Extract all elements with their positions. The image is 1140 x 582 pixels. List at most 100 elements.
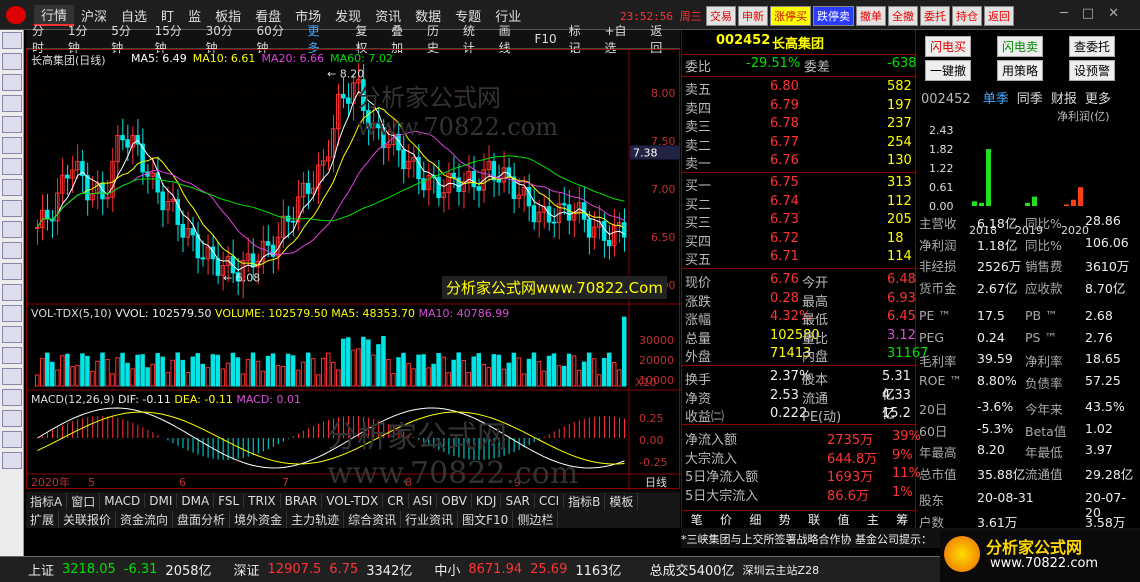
ma-label: MA5: 6.49: [131, 52, 187, 65]
trade-button[interactable]: 跌停卖: [813, 6, 854, 26]
line-icon[interactable]: [2, 158, 22, 175]
extension-tab[interactable]: 图文F10: [458, 510, 514, 528]
close-icon[interactable]: ✕: [1108, 6, 1119, 21]
trade-button[interactable]: 申新: [738, 6, 768, 26]
quote-cell: 5日净流入额: [685, 470, 759, 486]
quote-row: 涨幅 4.32% 最低 6.45: [682, 308, 917, 328]
f6-icon[interactable]: [2, 452, 22, 469]
f3-icon[interactable]: [2, 284, 22, 301]
finance-button[interactable]: 用策略: [997, 60, 1044, 81]
indicator-tab[interactable]: 指标A: [26, 492, 68, 510]
indicator-tab[interactable]: MACD: [100, 494, 146, 508]
extension-tab[interactable]: 关联报价: [59, 510, 117, 528]
trade-button[interactable]: 撤单: [856, 6, 886, 26]
trade-button[interactable]: 持仓: [952, 6, 982, 26]
ticker-index-name[interactable]: 中小: [434, 560, 460, 579]
finance-button[interactable]: 查委托: [1069, 36, 1116, 57]
volume-bar: [611, 361, 617, 387]
indicator-tab[interactable]: OBV: [437, 494, 472, 508]
indicator-tab[interactable]: 窗口: [67, 492, 101, 510]
divider: [682, 172, 917, 173]
quote-cell: 0.28: [770, 290, 799, 306]
minimize-icon[interactable]: ─: [1060, 6, 1068, 21]
chart-icon[interactable]: [2, 137, 22, 154]
indicator-tab[interactable]: CCI: [535, 494, 565, 508]
indicator-tab[interactable]: ASI: [409, 494, 438, 508]
indicator-tab[interactable]: BRAR: [281, 494, 323, 508]
quote-tab[interactable]: 值: [838, 511, 850, 528]
rsi-icon[interactable]: [2, 347, 22, 364]
quote-tab[interactable]: 笔: [691, 511, 703, 528]
extension-tab[interactable]: 行业资讯: [401, 510, 459, 528]
extension-tab[interactable]: 综合资讯: [344, 510, 402, 528]
quote-tab[interactable]: 主: [867, 511, 879, 528]
volume-bar: [331, 361, 336, 387]
volume-bar: [386, 359, 391, 387]
indicator-tab[interactable]: KDJ: [472, 494, 502, 508]
trade-button[interactable]: 委托: [920, 6, 950, 26]
finance-button[interactable]: 一键撤: [925, 60, 972, 81]
finance-tab[interactable]: 单季: [983, 92, 1009, 107]
fi-icon[interactable]: [2, 200, 22, 217]
finance-button[interactable]: 闪电卖: [997, 36, 1044, 57]
indicator-tab[interactable]: 指标B: [564, 492, 606, 510]
arrow-down-icon[interactable]: [2, 53, 22, 70]
pen-icon[interactable]: [2, 410, 22, 427]
move-icon[interactable]: [2, 389, 22, 406]
finance-button[interactable]: 闪电买: [925, 36, 972, 57]
extension-tab[interactable]: 侧边栏: [513, 510, 559, 528]
volume-bar: [381, 336, 386, 387]
indicator-tab[interactable]: DMA: [177, 494, 215, 508]
f5-icon[interactable]: [2, 431, 22, 448]
bar-icon[interactable]: [2, 179, 22, 196]
money-icon[interactable]: [2, 368, 22, 385]
news-icon[interactable]: [2, 242, 22, 259]
finance-cell: 1.18亿: [977, 237, 1018, 253]
volume-bar: [391, 373, 396, 387]
arrow-right-icon[interactable]: [2, 95, 22, 112]
finance-tab[interactable]: 同季: [1017, 92, 1043, 107]
ticker-index-name[interactable]: 深证: [234, 560, 260, 579]
quote-tab[interactable]: 势: [779, 511, 791, 528]
date-axis-label: 6: [179, 476, 186, 489]
maximize-icon[interactable]: □: [1082, 6, 1094, 21]
extension-tab[interactable]: 境外资金: [230, 510, 288, 528]
finance-tab[interactable]: 更多: [1085, 92, 1111, 107]
fj-icon[interactable]: [2, 326, 22, 343]
candle-body: [436, 176, 441, 198]
trade-button[interactable]: 交易: [706, 6, 736, 26]
extension-tab[interactable]: 资金流向: [116, 510, 174, 528]
f4-icon[interactable]: [2, 305, 22, 322]
f10-icon[interactable]: [2, 221, 22, 238]
f2-icon[interactable]: [2, 263, 22, 280]
volume-bar: [376, 344, 381, 387]
quote-tab[interactable]: 联: [808, 511, 820, 528]
finance-button[interactable]: 设预警: [1069, 60, 1116, 81]
indicator-tab[interactable]: SAR: [501, 494, 535, 508]
grid-icon[interactable]: [2, 116, 22, 133]
extension-tab[interactable]: 主力轨迹: [287, 510, 345, 528]
quote-cell: 6.79: [770, 97, 799, 113]
toolbar-button[interactable]: F10: [528, 32, 562, 46]
indicator-tab[interactable]: TRIX: [244, 494, 281, 508]
extension-tab[interactable]: 盘面分析: [173, 510, 231, 528]
quote-cell: 130: [887, 153, 912, 169]
finance-tab[interactable]: 财报: [1051, 92, 1077, 107]
quote-tab[interactable]: 价: [720, 511, 732, 528]
quote-tab[interactable]: 细: [749, 511, 761, 528]
indicator-tab[interactable]: DMI: [145, 494, 178, 508]
trade-button[interactable]: 全撤: [888, 6, 918, 26]
indicator-tab[interactable]: FSL: [214, 494, 245, 508]
ticker-index-name[interactable]: 上证: [28, 560, 54, 579]
indicator-tab[interactable]: CR: [383, 494, 409, 508]
quote-cell: 收益㈡: [685, 410, 725, 426]
indicator-tab[interactable]: 模板: [605, 492, 639, 510]
ticker-site[interactable]: 深圳云主站Z28: [743, 562, 820, 578]
arrow-left-icon[interactable]: [2, 74, 22, 91]
trade-button[interactable]: 涨停买: [770, 6, 811, 26]
trade-button[interactable]: 返回: [984, 6, 1014, 26]
quote-tab[interactable]: 筹: [896, 511, 908, 528]
arrow-up-icon[interactable]: [2, 32, 22, 49]
extension-tab[interactable]: 扩展: [26, 510, 60, 528]
indicator-tab[interactable]: VOL-TDX: [322, 494, 384, 508]
